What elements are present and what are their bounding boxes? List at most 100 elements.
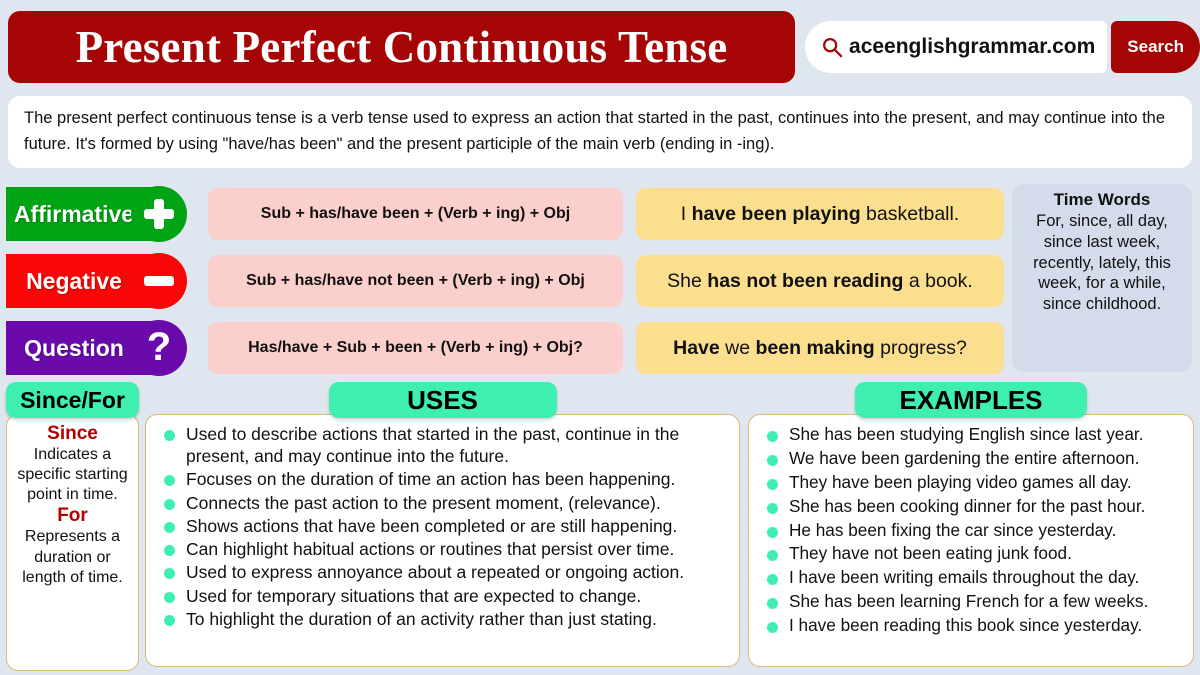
time-words-body: For, since, all day, since last week, re… [1033,212,1171,314]
bullet-icon [767,574,778,586]
list-item: I have been reading this book since yest… [759,614,1183,637]
list-item: Focuses on the duration of time an actio… [156,468,729,490]
list-item-label: Shows actions that have been completed o… [186,515,678,536]
list-item: I have been writing emails throughout th… [759,566,1183,589]
example-text-tail: a book. [903,269,973,292]
bullet-icon [767,526,778,538]
list-item: He has been fixing the car since yesterd… [759,519,1183,542]
example-question: Have we been making progress? [636,322,1004,374]
badge-affirmative: Affirmative [0,186,200,242]
question-mark-icon: ? [131,320,187,376]
example-highlight: has not been reading [707,269,904,292]
list-item: Connects the past action to the present … [156,492,729,514]
lower-section: Since/For Since Indicates a specific sta… [0,382,1200,675]
search-icon [823,38,843,58]
label-affirmative: Affirmative [13,200,135,227]
since-heading: Since [47,423,98,444]
bullet-icon [767,550,778,562]
list-item-label: Focuses on the duration of time an actio… [186,469,676,490]
list-item-label: To highlight the duration of an activity… [186,608,657,629]
badge-negative: Negative [0,253,200,309]
example-affirmative: I have been playing basketball. [636,188,1004,240]
minus-icon [131,253,187,309]
example-highlight: Have [673,336,720,359]
time-words-title: Time Words [1053,190,1151,209]
infographic-page: Present Perfect Continuous Tense aceengl… [0,0,1200,675]
list-item: They have been playing video games all d… [759,471,1183,494]
example-text: we [719,336,756,359]
bullet-icon [164,498,175,510]
bullet-icon [164,614,175,626]
example-text-tail: progress? [874,336,967,359]
bullet-icon [767,502,778,514]
examples-list: She has been studying English since last… [759,423,1183,637]
list-item: Used to describe actions that started in… [156,423,729,467]
list-item-label: Can highlight habitual actions or routin… [186,539,675,560]
list-item: They have not been eating junk food. [759,542,1183,565]
bullet-icon [164,521,175,533]
example-text: She [667,269,708,292]
badge-question: Question ? [0,320,200,376]
bullet-icon [164,568,175,580]
uses-panel: Used to describe actions that started in… [145,414,740,667]
formula-negative: Sub + has/have not been + (Verb + ing) +… [208,255,623,307]
search-input-value: aceenglishgrammar.com [849,35,1096,58]
plus-icon [131,186,187,242]
header: Present Perfect Continuous Tense aceengl… [0,8,1200,86]
list-item: To highlight the duration of an activity… [156,608,729,630]
bullet-icon [164,430,175,441]
bullet-icon [767,431,778,442]
definition-text: The present perfect continuous tense is … [24,109,1166,153]
uses-list: Used to describe actions that started in… [156,423,729,630]
examples-panel: She has been studying English since last… [748,414,1194,667]
list-item-label: Used to express annoyance about a repeat… [186,562,685,583]
search-input[interactable]: aceenglishgrammar.com [805,21,1108,73]
label-question: Question [24,334,124,361]
bullet-icon [164,475,175,487]
example-highlight: have been playing [691,202,861,225]
list-item: Shows actions that have been completed o… [156,515,729,537]
title-banner: Present Perfect Continuous Tense [8,11,796,83]
since-for-panel: Since Indicates a specific starting poin… [6,414,139,671]
list-item: We have been gardening the entire aftern… [759,447,1183,470]
list-item-label: Used for temporary situations that are e… [186,585,642,606]
label-negative: Negative [26,267,122,294]
list-item-label: She has been studying English since last… [789,424,1144,444]
bullet-icon [767,454,778,466]
bullet-icon [767,622,778,633]
list-item-label: Connects the past action to the present … [186,492,661,513]
example-negative: She has not been reading a book. [636,255,1004,307]
time-words-box: Time Words For, since, all day, since la… [1012,184,1192,372]
uses-heading: USES [328,382,557,418]
search-button[interactable]: Search [1111,21,1200,73]
list-item-label: We have been gardening the entire aftern… [789,447,1140,468]
formula-question: Has/have + Sub + been + (Verb + ing) + O… [208,322,623,374]
bullet-icon [164,591,175,603]
page-title: Present Perfect Continuous Tense [75,22,728,72]
examples-heading: EXAMPLES [855,382,1087,418]
example-highlight-2: been making [755,336,875,359]
list-item: Can highlight habitual actions or routin… [156,538,729,560]
list-item-label: Used to describe actions that started in… [186,424,680,467]
search-bar[interactable]: aceenglishgrammar.com Search [805,17,1200,77]
list-item-label: They have not been eating junk food. [789,543,1072,564]
formula-affirmative: Sub + has/have been + (Verb + ing) + Obj [208,188,623,240]
list-item-label: They have been playing video games all d… [789,471,1132,492]
list-item: She has been learning French for a few w… [759,590,1183,613]
example-text: I [680,202,692,225]
bullet-icon [767,598,778,610]
definition-box: The present perfect continuous tense is … [8,96,1192,168]
list-item-label: She has been cooking dinner for the past… [789,495,1146,516]
uses-column: USES Used to describe actions that start… [145,382,740,667]
since-for-column: Since/For Since Indicates a specific sta… [6,382,139,671]
list-item: She has been studying English since last… [759,423,1183,446]
since-for-heading: Since/For [6,382,139,418]
examples-column: EXAMPLES She has been studying English s… [748,382,1194,667]
list-item: Used to express annoyance about a repeat… [156,561,729,583]
list-item-label: I have been reading this book since yest… [789,615,1143,635]
list-item-label: He has been fixing the car since yesterd… [789,519,1117,540]
list-item-label: She has been learning French for a few w… [789,591,1149,612]
for-description: Represents a duration or length of time. [22,528,123,586]
list-item: She has been cooking dinner for the past… [759,495,1183,518]
list-item: Used for temporary situations that are e… [156,585,729,607]
